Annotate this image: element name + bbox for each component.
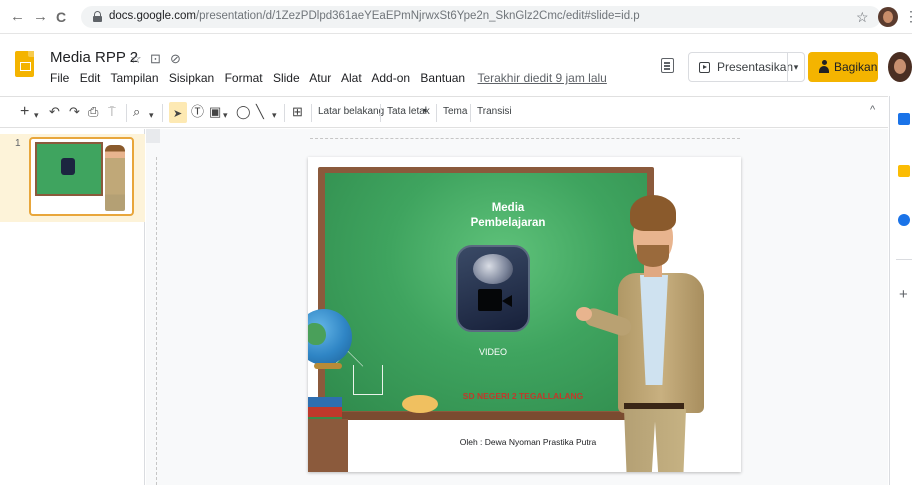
new-slide-dropdown[interactable]: ▾ xyxy=(34,107,39,123)
menu-arrange[interactable]: Atur xyxy=(309,71,331,85)
zoom-dropdown[interactable]: ▾ xyxy=(149,107,154,123)
back-button[interactable]: ← xyxy=(10,9,25,25)
slides-logo-icon[interactable] xyxy=(15,51,34,77)
bread-icon xyxy=(402,395,438,413)
slide-thumbnail[interactable] xyxy=(29,137,134,216)
side-panel-divider xyxy=(896,259,912,260)
browser-toolbar: ← → C docs.google.com/presentation/d/1Ze… xyxy=(0,0,912,34)
shape-icon[interactable]: ◯ xyxy=(236,104,251,120)
person-icon xyxy=(819,60,829,74)
comment-history-icon[interactable] xyxy=(661,58,674,73)
house-drawing-icon xyxy=(353,365,383,395)
teacher-illustration[interactable] xyxy=(576,195,720,472)
undo-icon[interactable]: ↶ xyxy=(49,104,60,120)
globe-stand xyxy=(314,363,342,369)
menu-slide[interactable]: Slide xyxy=(273,71,300,85)
lock-icon xyxy=(93,11,102,22)
share-label: Bagikan xyxy=(834,60,878,74)
reload-button[interactable]: C xyxy=(56,9,66,25)
video-label[interactable]: VIDEO xyxy=(468,347,518,357)
slide-title-line-2: Pembelajaran xyxy=(470,217,546,229)
last-edit-link[interactable]: Terakhir diedit 9 jam lalu xyxy=(477,71,606,85)
star-icon[interactable]: ☆ xyxy=(130,51,142,67)
background-button[interactable]: Latar belakang xyxy=(318,106,384,117)
desk xyxy=(308,419,348,472)
thumbnail-video-icon xyxy=(61,158,75,175)
account-avatar[interactable] xyxy=(888,52,912,82)
horizontal-ruler[interactable] xyxy=(310,131,740,139)
menu-tools[interactable]: Alat xyxy=(341,71,362,85)
redo-icon[interactable]: ↷ xyxy=(69,104,80,120)
cloud-status-icon[interactable]: ⊘ xyxy=(170,51,181,67)
address-bar[interactable]: docs.google.com/presentation/d/1ZezPDlpd… xyxy=(81,6,881,28)
play-icon xyxy=(699,62,710,73)
browser-menu-icon[interactable]: ⋮ xyxy=(904,8,912,25)
vertical-ruler[interactable] xyxy=(149,157,157,485)
present-label: Presentasikan xyxy=(717,60,794,74)
slide-canvas[interactable]: Media Pembelajaran VIDEO SD NEGERI 2 TEG… xyxy=(308,157,741,472)
tasks-icon[interactable] xyxy=(898,214,910,226)
slide-title[interactable]: Media Pembelajaran xyxy=(433,201,583,231)
collapse-menus-icon[interactable]: ^ xyxy=(870,104,875,116)
url-text[interactable]: docs.google.com/presentation/d/1ZezPDlpd… xyxy=(109,10,640,22)
line-dropdown[interactable]: ▾ xyxy=(272,107,277,123)
filmstrip: 1 xyxy=(0,129,145,485)
menu-format[interactable]: Format xyxy=(225,71,263,85)
move-folder-icon[interactable]: ⊡ xyxy=(150,51,161,67)
theme-button[interactable]: Tema xyxy=(443,106,467,117)
forward-button[interactable]: → xyxy=(33,9,48,25)
menu-file[interactable]: File xyxy=(50,71,69,85)
side-panel: + xyxy=(889,96,912,485)
present-button[interactable]: Presentasikan xyxy=(688,52,793,82)
share-button[interactable]: Bagikan xyxy=(808,52,878,82)
video-camera-icon[interactable] xyxy=(456,245,530,332)
menu-bar: File Edit Tampilan Sisipkan Format Slide… xyxy=(50,71,614,85)
toolbar: + ▾ ↶ ↷ ⎙ ⍑ ⌕ ▾ ➤ Ⓣ ▣ ▾ ◯ ╲ ▾ ⊞ Latar be… xyxy=(0,96,888,128)
editor-canvas[interactable]: Media Pembelajaran VIDEO SD NEGERI 2 TEG… xyxy=(146,129,888,485)
menu-insert[interactable]: Sisipkan xyxy=(169,71,214,85)
get-addons-icon[interactable]: + xyxy=(899,286,908,303)
text-box-icon[interactable]: Ⓣ xyxy=(191,104,204,120)
select-cursor-icon: ➤ xyxy=(173,108,183,120)
slide-title-line-1: Media xyxy=(491,202,525,214)
print-icon[interactable]: ⎙ xyxy=(88,104,98,120)
school-name[interactable]: SD NEGERI 2 TEGALLALANG xyxy=(448,391,598,401)
document-title[interactable]: Media RPP 2 xyxy=(50,49,138,66)
insert-image-dropdown[interactable]: ▾ xyxy=(223,107,228,123)
menu-addons[interactable]: Add-on xyxy=(371,71,410,85)
browser-profile-avatar[interactable] xyxy=(878,7,898,27)
layout-dropdown[interactable]: ▾ xyxy=(423,106,427,115)
new-slide-button[interactable]: + xyxy=(20,104,29,120)
thumbnail-teacher xyxy=(105,145,125,211)
ruler-corner xyxy=(146,129,160,143)
menu-help[interactable]: Bantuan xyxy=(420,71,465,85)
paint-format-icon[interactable]: ⍑ xyxy=(108,104,116,120)
keep-icon[interactable] xyxy=(898,165,910,177)
add-comment-icon[interactable]: ⊞ xyxy=(292,104,303,120)
bookmark-star-icon[interactable]: ☆ xyxy=(856,9,869,26)
menu-edit[interactable]: Edit xyxy=(80,71,101,85)
line-icon[interactable]: ╲ xyxy=(256,104,264,120)
menu-view[interactable]: Tampilan xyxy=(111,71,159,85)
zoom-icon[interactable]: ⌕ xyxy=(133,104,140,120)
present-dropdown-button[interactable]: ▾ xyxy=(787,52,805,82)
slide-number: 1 xyxy=(15,138,21,149)
calendar-icon[interactable] xyxy=(898,113,910,125)
insert-image-icon[interactable]: ▣ xyxy=(209,104,221,120)
transition-button[interactable]: Transisi xyxy=(477,106,512,117)
